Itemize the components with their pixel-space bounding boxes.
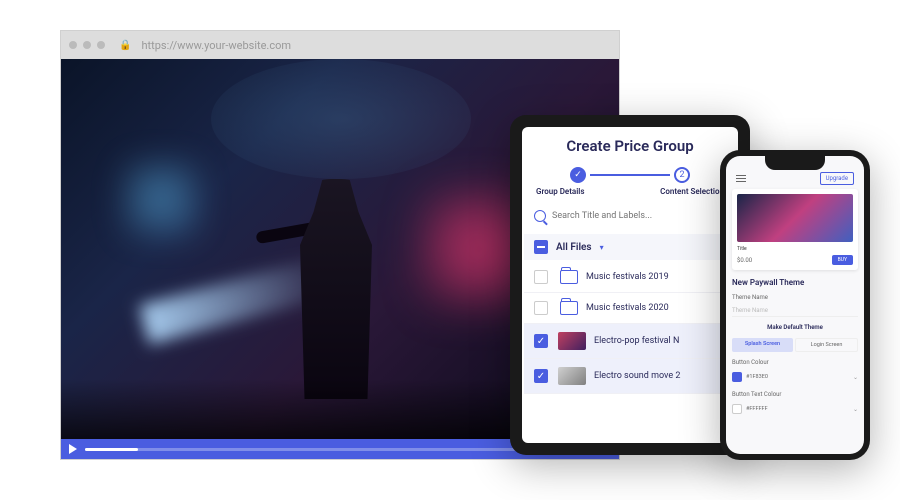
color-value: #1F83E0 — [746, 374, 849, 380]
file-label: Electro sound move 2 — [594, 371, 726, 381]
video-thumbnail — [558, 332, 586, 350]
stage-light-blue — [121, 159, 201, 239]
checkbox[interactable] — [534, 301, 548, 315]
upgrade-button[interactable]: Upgrade — [820, 172, 854, 185]
preview-title: Title — [737, 246, 853, 252]
phone-screen: Upgrade Title $0.00 BUY New Paywall Them… — [726, 156, 864, 454]
tablet-device: Create Price Group ✓ 2 Group Details Con… — [510, 115, 750, 455]
stepper: ✓ 2 — [524, 167, 736, 183]
traffic-light-min[interactable] — [83, 41, 91, 49]
folder-icon — [560, 270, 578, 284]
buy-button[interactable]: BUY — [832, 255, 853, 265]
chevron-down-icon: ⌄ — [853, 406, 858, 413]
checkbox-checked[interactable]: ✓ — [534, 369, 548, 383]
progress-fill — [85, 448, 138, 451]
make-default-button[interactable]: Make Default Theme — [732, 324, 858, 331]
tab-login[interactable]: Login Screen — [795, 338, 858, 352]
button-text-color-picker[interactable]: #FFFFFF ⌄ — [732, 402, 858, 416]
file-label: Electro-pop festival N — [594, 336, 726, 346]
lock-icon: 🔒 — [119, 40, 131, 51]
step-labels: Group Details Content Selection — [524, 187, 736, 196]
all-files-label: All Files — [556, 242, 592, 253]
chevron-down-icon: ⌄ — [853, 374, 858, 381]
button-text-color-label: Button Text Colour — [732, 391, 858, 398]
video-thumbnail — [558, 367, 586, 385]
phone-notch — [765, 156, 825, 170]
search-row — [524, 206, 736, 226]
file-label: Music festivals 2019 — [586, 272, 726, 282]
folder-icon — [560, 301, 578, 315]
file-label: Music festivals 2020 — [586, 303, 726, 313]
checkbox[interactable] — [534, 270, 548, 284]
theme-name-label: Theme Name — [732, 294, 858, 301]
step-1-done[interactable]: ✓ — [570, 167, 586, 183]
page-title: Create Price Group — [524, 137, 736, 155]
phone-device: Upgrade Title $0.00 BUY New Paywall Them… — [720, 150, 870, 460]
step-connector — [590, 174, 670, 176]
stage-ceiling — [211, 59, 471, 179]
search-input[interactable] — [552, 211, 726, 221]
browser-chrome: 🔒 https://www.your-website.com — [61, 31, 619, 59]
traffic-light-close[interactable] — [69, 41, 77, 49]
phone-header: Upgrade — [732, 172, 858, 185]
theme-name-input[interactable]: Theme Name — [732, 305, 858, 317]
tabs: Splash Screen Login Screen — [732, 338, 858, 352]
file-row[interactable]: ✓ Electro sound move 2 — [524, 359, 736, 394]
all-files-row[interactable]: All Files ▾ — [524, 234, 736, 260]
step-2-active[interactable]: 2 — [674, 167, 690, 183]
address-bar[interactable]: https://www.your-website.com — [141, 39, 291, 52]
traffic-light-max[interactable] — [97, 41, 105, 49]
chevron-down-icon: ▾ — [600, 243, 604, 252]
color-value: #FFFFFF — [746, 406, 849, 412]
menu-icon[interactable] — [736, 175, 746, 183]
section-title: New Paywall Theme — [732, 278, 858, 287]
color-swatch — [732, 404, 742, 414]
button-color-picker[interactable]: #1F83E0 ⌄ — [732, 370, 858, 384]
file-row[interactable]: ✓ Electro-pop festival N — [524, 324, 736, 359]
color-swatch — [732, 372, 742, 382]
select-all-checkbox[interactable] — [534, 240, 548, 254]
step-2-label: Content Selection — [660, 187, 724, 196]
tab-splash[interactable]: Splash Screen — [732, 338, 793, 352]
preview-thumbnail — [737, 194, 853, 242]
file-row[interactable]: Music festivals 2020 — [524, 293, 736, 324]
step-1-label: Group Details — [536, 187, 584, 196]
checkbox-checked[interactable]: ✓ — [534, 334, 548, 348]
tablet-screen: Create Price Group ✓ 2 Group Details Con… — [522, 127, 738, 443]
search-icon — [534, 210, 546, 222]
play-icon[interactable] — [69, 444, 77, 454]
performer-silhouette — [291, 179, 381, 399]
file-row[interactable]: Music festivals 2019 — [524, 262, 736, 293]
paywall-preview: Title $0.00 BUY — [732, 189, 858, 270]
preview-price: $0.00 — [737, 257, 752, 264]
button-color-label: Button Colour — [732, 359, 858, 366]
